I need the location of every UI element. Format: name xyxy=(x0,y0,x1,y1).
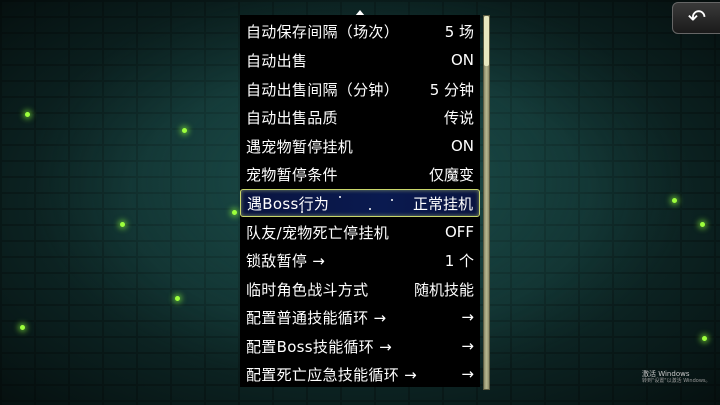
setting-row-death-emergency-skill-cycle[interactable]: 配置死亡应急技能循环 → → xyxy=(240,360,480,387)
setting-row-boss-behavior[interactable]: 遇Boss行为 正常挂机 xyxy=(240,189,480,217)
setting-label: 配置死亡应急技能循环 → xyxy=(246,365,417,384)
setting-value: 仅魔变 xyxy=(428,165,474,184)
setting-row-auto-sell-interval[interactable]: 自动出售间隔（分钟） 5 分钟 xyxy=(240,75,480,103)
setting-label: 自动出售 xyxy=(246,51,308,70)
setting-value: 1 个 xyxy=(444,251,474,270)
setting-label: 自动出售品质 xyxy=(246,108,338,127)
spark-particle xyxy=(182,128,187,133)
setting-label: 配置Boss技能循环 → xyxy=(246,337,393,356)
setting-row-temp-role-combat[interactable]: 临时角色战斗方式 随机技能 xyxy=(240,275,480,303)
spark-particle xyxy=(702,336,707,341)
setting-label: 遇宠物暂停挂机 xyxy=(246,137,354,156)
setting-label: 宠物暂停条件 xyxy=(246,165,338,184)
setting-value: → xyxy=(461,337,474,355)
setting-row-target-lock-pause[interactable]: 锁敌暂停 → 1 个 xyxy=(240,246,480,274)
setting-label: 队友/宠物死亡停挂机 xyxy=(246,223,390,242)
spark-particle xyxy=(20,325,25,330)
watermark-subtitle: 转到"设置"以激活 Windows。 xyxy=(642,378,711,385)
setting-value: 随机技能 xyxy=(413,280,474,299)
setting-value: ON xyxy=(450,51,474,69)
setting-row-autosave-interval[interactable]: 自动保存间隔（场次） 5 场 xyxy=(240,17,480,45)
sparkle-decoration xyxy=(369,208,371,210)
setting-label: 锁敌暂停 → xyxy=(246,251,326,270)
setting-value: 传说 xyxy=(443,108,474,127)
spark-particle xyxy=(25,112,30,117)
setting-value: 5 场 xyxy=(444,22,474,41)
setting-value: ON xyxy=(450,137,474,155)
setting-value: → xyxy=(461,365,474,383)
spark-particle xyxy=(672,198,677,203)
setting-row-boss-skill-cycle[interactable]: 配置Boss技能循环 → → xyxy=(240,332,480,360)
setting-value: 5 分钟 xyxy=(429,80,474,99)
sparkle-decoration xyxy=(301,211,303,213)
spark-particle xyxy=(232,210,237,215)
settings-menu-panel: 自动保存间隔（场次） 5 场 自动出售 ON 自动出售间隔（分钟） 5 分钟 自… xyxy=(240,15,480,387)
setting-label: 自动保存间隔（场次） xyxy=(246,22,400,41)
setting-row-auto-sell-quality[interactable]: 自动出售品质 传说 xyxy=(240,103,480,131)
menu-scrollbar-thumb[interactable] xyxy=(484,16,489,66)
undo-arrow-icon: ↶ xyxy=(687,5,707,31)
setting-row-pet-pause-condition[interactable]: 宠物暂停条件 仅魔变 xyxy=(240,160,480,188)
setting-row-normal-skill-cycle[interactable]: 配置普通技能循环 → → xyxy=(240,303,480,331)
back-button[interactable]: ↶ xyxy=(672,2,720,34)
spark-particle xyxy=(175,296,180,301)
setting-row-auto-sell[interactable]: 自动出售 ON xyxy=(240,46,480,74)
spark-particle xyxy=(120,222,125,227)
setting-label: 遇Boss行为 xyxy=(247,194,330,213)
setting-value: 正常挂机 xyxy=(412,194,473,213)
setting-value: → xyxy=(461,308,474,326)
setting-label: 自动出售间隔（分钟） xyxy=(246,80,400,99)
sparkle-decoration xyxy=(391,199,393,201)
setting-row-ally-death-stop[interactable]: 队友/宠物死亡停挂机 OFF xyxy=(240,218,480,246)
setting-row-pet-pause[interactable]: 遇宠物暂停挂机 ON xyxy=(240,132,480,160)
setting-value: OFF xyxy=(444,223,474,241)
setting-label: 配置普通技能循环 → xyxy=(246,308,387,327)
windows-activation-watermark: 激活 Windows 转到"设置"以激活 Windows。 xyxy=(642,370,711,384)
menu-scrollbar-track[interactable] xyxy=(483,15,490,390)
spark-particle xyxy=(700,222,705,227)
sparkle-decoration xyxy=(339,196,341,198)
setting-label: 临时角色战斗方式 xyxy=(246,280,369,299)
